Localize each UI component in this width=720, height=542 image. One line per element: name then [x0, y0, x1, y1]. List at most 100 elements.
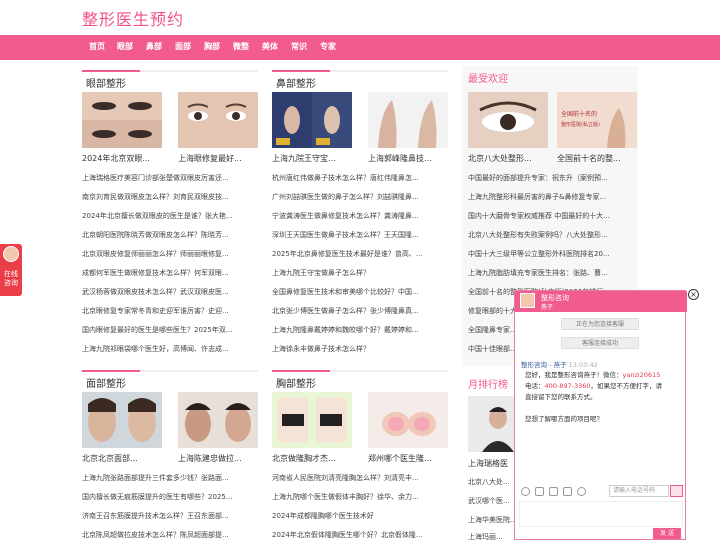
nose-list-item[interactable]: 上海九院王守宝做鼻子怎么样？ — [272, 268, 444, 278]
ranking-caption[interactable]: 上海瑞格医 — [468, 458, 514, 469]
popular-caption-2[interactable]: 全国前十名的整... — [557, 153, 642, 164]
nav-eye[interactable]: 眼部 — [117, 41, 133, 52]
nose-list-item[interactable]: 北京张少博医生做鼻子怎么样？张少博隆鼻真... — [272, 306, 444, 316]
popular-list-item[interactable]: 国内十大磨骨专家权威推荐 中国最好的十大... — [468, 211, 632, 221]
eye-photo — [82, 92, 162, 148]
eye-list-item[interactable]: 北京双眼皮修复师丽丽怎么样？师丽丽眼修复... — [82, 249, 254, 259]
eye-list-item[interactable]: 北京朝阳医院陈晓芳做双眼皮怎么样？陈晓芳... — [82, 230, 254, 240]
eye-thumb-1[interactable] — [82, 92, 162, 148]
nose-list-item[interactable]: 杭州唐红伟做鼻子技术怎么样？唐红伟隆鼻怎... — [272, 173, 444, 183]
popular-caption-1[interactable]: 北京八大处整形... — [468, 153, 553, 164]
popular-title[interactable]: 最受欢迎 — [468, 70, 508, 85]
face-thumb-1[interactable] — [82, 392, 162, 448]
chat-wechat: yanzi20615 — [622, 371, 661, 379]
eye-section-header: 眼部整形 — [82, 70, 258, 90]
rating-icon[interactable] — [577, 487, 586, 496]
eye-list-item[interactable]: 2024年北京擅长做双眼皮的医生是谁？张大艳... — [82, 211, 254, 221]
nose-caption-2[interactable]: 上海郭峰隆鼻技... — [368, 153, 453, 164]
like-icon[interactable] — [563, 487, 572, 496]
image-icon[interactable] — [535, 487, 544, 496]
chest-list-item[interactable]: 上海九院哪个医生做假体丰胸好？徐华、余力... — [272, 492, 444, 502]
ranking-list-item[interactable]: 北京八大处... — [468, 477, 514, 487]
face-list-item[interactable]: 济南王召东筋膜提升技术怎么样？王召东面部... — [82, 511, 254, 521]
nav-chest[interactable]: 胸部 — [204, 41, 220, 52]
nose-list-item[interactable]: 深圳王天国医生做鼻子技术怎么样？王天国隆... — [272, 230, 444, 240]
face-list-item[interactable]: 国内擅长做无痕筋膜提升的医生有哪些？2025... — [82, 492, 254, 502]
eye-list-item[interactable]: 上海九院祁眼袋哪个医生好，高博闻、许志成... — [82, 344, 254, 354]
popular-thumb-2[interactable]: 全国前十名的 整形医院(私立版) — [557, 92, 637, 148]
popular-list-item[interactable]: 中国十佳眼部... — [468, 344, 516, 354]
chat-system-message: 客服连接成功 — [561, 337, 639, 349]
nav-experts[interactable]: 专家 — [320, 41, 336, 52]
ranking-title[interactable]: 月排行榜 — [468, 376, 508, 391]
ranking-list-item[interactable]: 武汉哪个医... — [468, 496, 514, 506]
popular-list-item[interactable]: 中国十大三级甲等公立整形外科医院排名20... — [468, 249, 632, 259]
ranking-thumb[interactable] — [468, 396, 514, 452]
site-title[interactable]: 整形医生预约 — [82, 6, 184, 30]
nose-list-item[interactable]: 宁波龚涛医生做鼻修复技术怎么样？龚涛隆鼻... — [272, 211, 444, 221]
nose-thumb-2[interactable] — [368, 92, 448, 148]
face-list-item[interactable]: 北京陈凤超做拉皮技术怎么样？陈凤超面部提... — [82, 530, 254, 540]
online-consult-float[interactable]: 在线咨询 — [0, 244, 22, 296]
eye-list-item[interactable]: 北京眼修复专家常冬青和史迎军谁厉害？史迎... — [82, 306, 254, 316]
nav-body[interactable]: 美体 — [262, 41, 278, 52]
chest-list-item[interactable]: 2024年成都隆胸哪个医生技术好 — [272, 511, 444, 521]
chest-photo — [272, 392, 352, 448]
face-thumb-2[interactable] — [178, 392, 258, 448]
nose-caption-1[interactable]: 上海九院王守宝... — [272, 153, 357, 164]
nav-home[interactable]: 首页 — [89, 41, 105, 52]
eye-list-item[interactable]: 南京刘育民做双眼皮怎么样？刘育民双眼皮技... — [82, 192, 254, 202]
ranking-list-item[interactable]: 上海玛丽... — [468, 532, 514, 542]
chat-close-button[interactable]: × — [688, 289, 699, 300]
nav-micro[interactable]: 微整 — [233, 41, 249, 52]
nose-list-item[interactable]: 2025年北京鼻修复医生技术最好是谁？曾高、... — [272, 249, 444, 259]
face-caption-2[interactable]: 上海陈建忠做拉... — [178, 453, 263, 464]
eye-thumb-2[interactable] — [178, 92, 258, 148]
nav-knowledge[interactable]: 常识 — [291, 41, 307, 52]
nav-nose[interactable]: 鼻部 — [146, 41, 162, 52]
chat-header[interactable]: 整形咨询 燕子 — [515, 291, 687, 312]
eye-caption-2[interactable]: 上海眼修复最好... — [178, 153, 263, 164]
popular-list-item[interactable]: 北京八大处整形有失败案例吗？八大处整形... — [468, 230, 632, 240]
popular-list-item[interactable]: 上海九院脂肪填充专家医生排名：张路、曹... — [468, 268, 632, 278]
chat-phone: 400-897-3360 — [544, 382, 591, 390]
popular-list-item[interactable]: 全国隆鼻专家... — [468, 325, 516, 335]
nose-list-item[interactable]: 广州刘喆骐医生做的鼻子怎么样？刘喆骐隆鼻... — [272, 192, 444, 202]
emoji-icon[interactable] — [521, 487, 530, 496]
chest-section-title[interactable]: 胸部整形 — [276, 375, 316, 390]
face-section-title[interactable]: 面部整形 — [86, 375, 126, 390]
eye-list-item[interactable]: 上海瑞格医疗美容门诊部张楚做双眼皮厉害还... — [82, 173, 254, 183]
chest-caption-1[interactable]: 北京做隆胸才杰... — [272, 453, 357, 464]
face-caption-1[interactable]: 北京北京面部... — [82, 453, 167, 464]
popular-thumb-1[interactable] — [468, 92, 548, 148]
eye-list-item[interactable]: 武汉杨蓉做双眼皮技术怎么样？武汉双眼皮医... — [82, 287, 254, 297]
nose-thumb-1[interactable] — [272, 92, 352, 148]
nose-list-item[interactable]: 全国鼻修复医生技术和审美哪个比较好？中国... — [272, 287, 444, 297]
popular-list-item[interactable]: 修复眼部的十大专家... — [468, 306, 516, 316]
chest-thumb-2[interactable] — [368, 392, 448, 448]
nose-list-item[interactable]: 上海徐永丰做鼻子技术怎么样？ — [272, 344, 444, 354]
popular-list-item[interactable]: 上海九院整形科最厉害的鼻子&鼻修复专家... — [468, 192, 632, 202]
nav-face[interactable]: 面部 — [175, 41, 191, 52]
face-list-item[interactable]: 上海九院张路面部提升三件套多少钱？张路面... — [82, 473, 254, 483]
chest-list-item[interactable]: 河南省人民医院刘清亮隆胸怎么样？刘清亮丰... — [272, 473, 444, 483]
popular-list-item[interactable]: 中国最好的面部提升专家：祝东升（案例预... — [468, 173, 632, 183]
phone-submit-icon[interactable] — [670, 485, 683, 497]
ranking-list-item[interactable]: 上海华美医院... — [468, 515, 514, 525]
file-icon[interactable] — [549, 487, 558, 496]
chest-list-item[interactable]: 2024年北京假体隆胸医生哪个好？北京假体隆... — [272, 530, 444, 540]
consultant-avatar — [3, 246, 19, 262]
eye-caption-1[interactable]: 2024年北京双眼... — [82, 153, 167, 164]
eye-section-title[interactable]: 眼部整形 — [86, 75, 126, 90]
chest-caption-2[interactable]: 郑州哪个医生隆... — [368, 453, 453, 464]
eye-list-item[interactable]: 国内眼修复最好的医生是哪些医生？2025年双... — [82, 325, 254, 335]
chest-thumb-1[interactable] — [272, 392, 352, 448]
online-consult-label: 在线咨询 — [4, 270, 18, 287]
nose-section-title[interactable]: 鼻部整形 — [276, 75, 316, 90]
nose-list-item[interactable]: 上海九院隆鼻戴婷婷和魏皎哪个好？戴婷婷和... — [272, 325, 444, 335]
chat-message-input[interactable] — [519, 501, 683, 527]
send-button[interactable]: 发 送 — [653, 528, 681, 539]
face-photo — [178, 392, 258, 448]
eye-list-item[interactable]: 成都何军医生做眼修复技术怎么样？何军双眼... — [82, 268, 254, 278]
phone-input[interactable]: 请输入电话号码 — [609, 485, 669, 497]
